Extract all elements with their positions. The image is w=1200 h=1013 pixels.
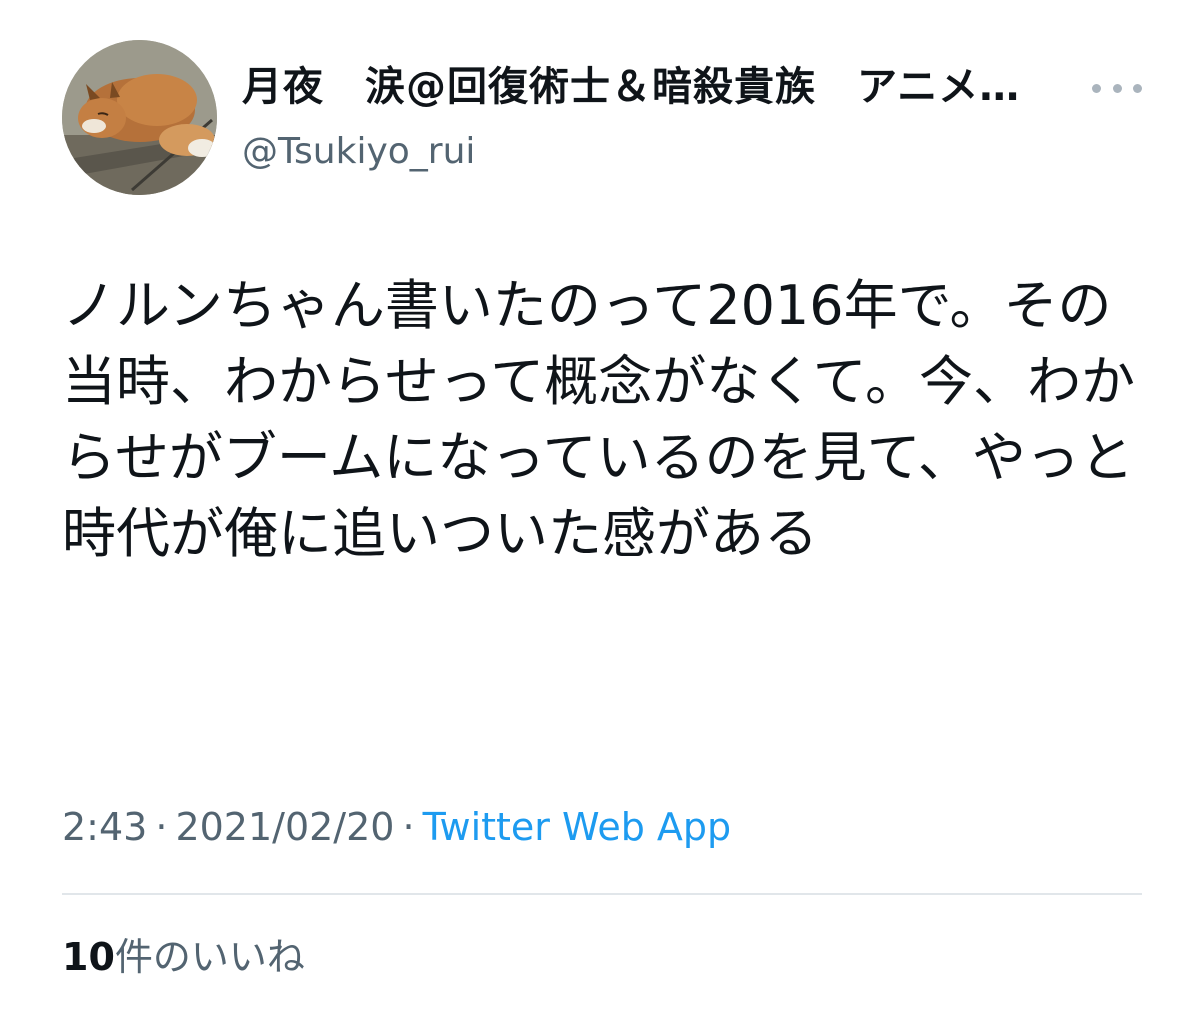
meta-separator: · (155, 805, 168, 849)
likes-label: 件のいいね (114, 935, 305, 979)
divider (62, 893, 1142, 895)
tweet-time[interactable]: 2:43 (62, 805, 147, 849)
author-info: 月夜 涙@回復術士＆暗殺貴族 アニメ… @Tsukiyo_rui (242, 62, 1082, 174)
author-display-name[interactable]: 月夜 涙@回復術士＆暗殺貴族 アニメ… (242, 62, 1082, 112)
likes-count: 10 (62, 935, 115, 979)
author-handle[interactable]: @Tsukiyo_rui (242, 130, 1082, 174)
tweet-metadata: 2:43 · 2021/02/20 · Twitter Web App (62, 800, 731, 854)
likes-link[interactable]: 10件のいいね (62, 930, 305, 984)
tweet-detail: 月夜 涙@回復術士＆暗殺貴族 アニメ… @Tsukiyo_rui ノルンちゃん書… (0, 0, 1200, 1013)
tweet-source-link[interactable]: Twitter Web App (423, 805, 732, 849)
tweet-header: 月夜 涙@回復術士＆暗殺貴族 アニメ… @Tsukiyo_rui (62, 40, 1142, 200)
more-horizontal-icon-dot (1112, 83, 1122, 93)
more-options-button[interactable] (1092, 78, 1142, 98)
tweet-body-text: ノルンちゃん書いたのって2016年で。その当時、わからせって概念がなくて。今、わ… (62, 274, 1135, 565)
meta-separator: · (402, 805, 415, 849)
more-horizontal-icon-dot (1133, 83, 1142, 93)
tweet-date[interactable]: 2021/02/20 (175, 805, 394, 849)
more-horizontal-icon (1092, 83, 1101, 93)
author-avatar[interactable] (62, 40, 217, 195)
fox-avatar-icon (62, 40, 217, 195)
